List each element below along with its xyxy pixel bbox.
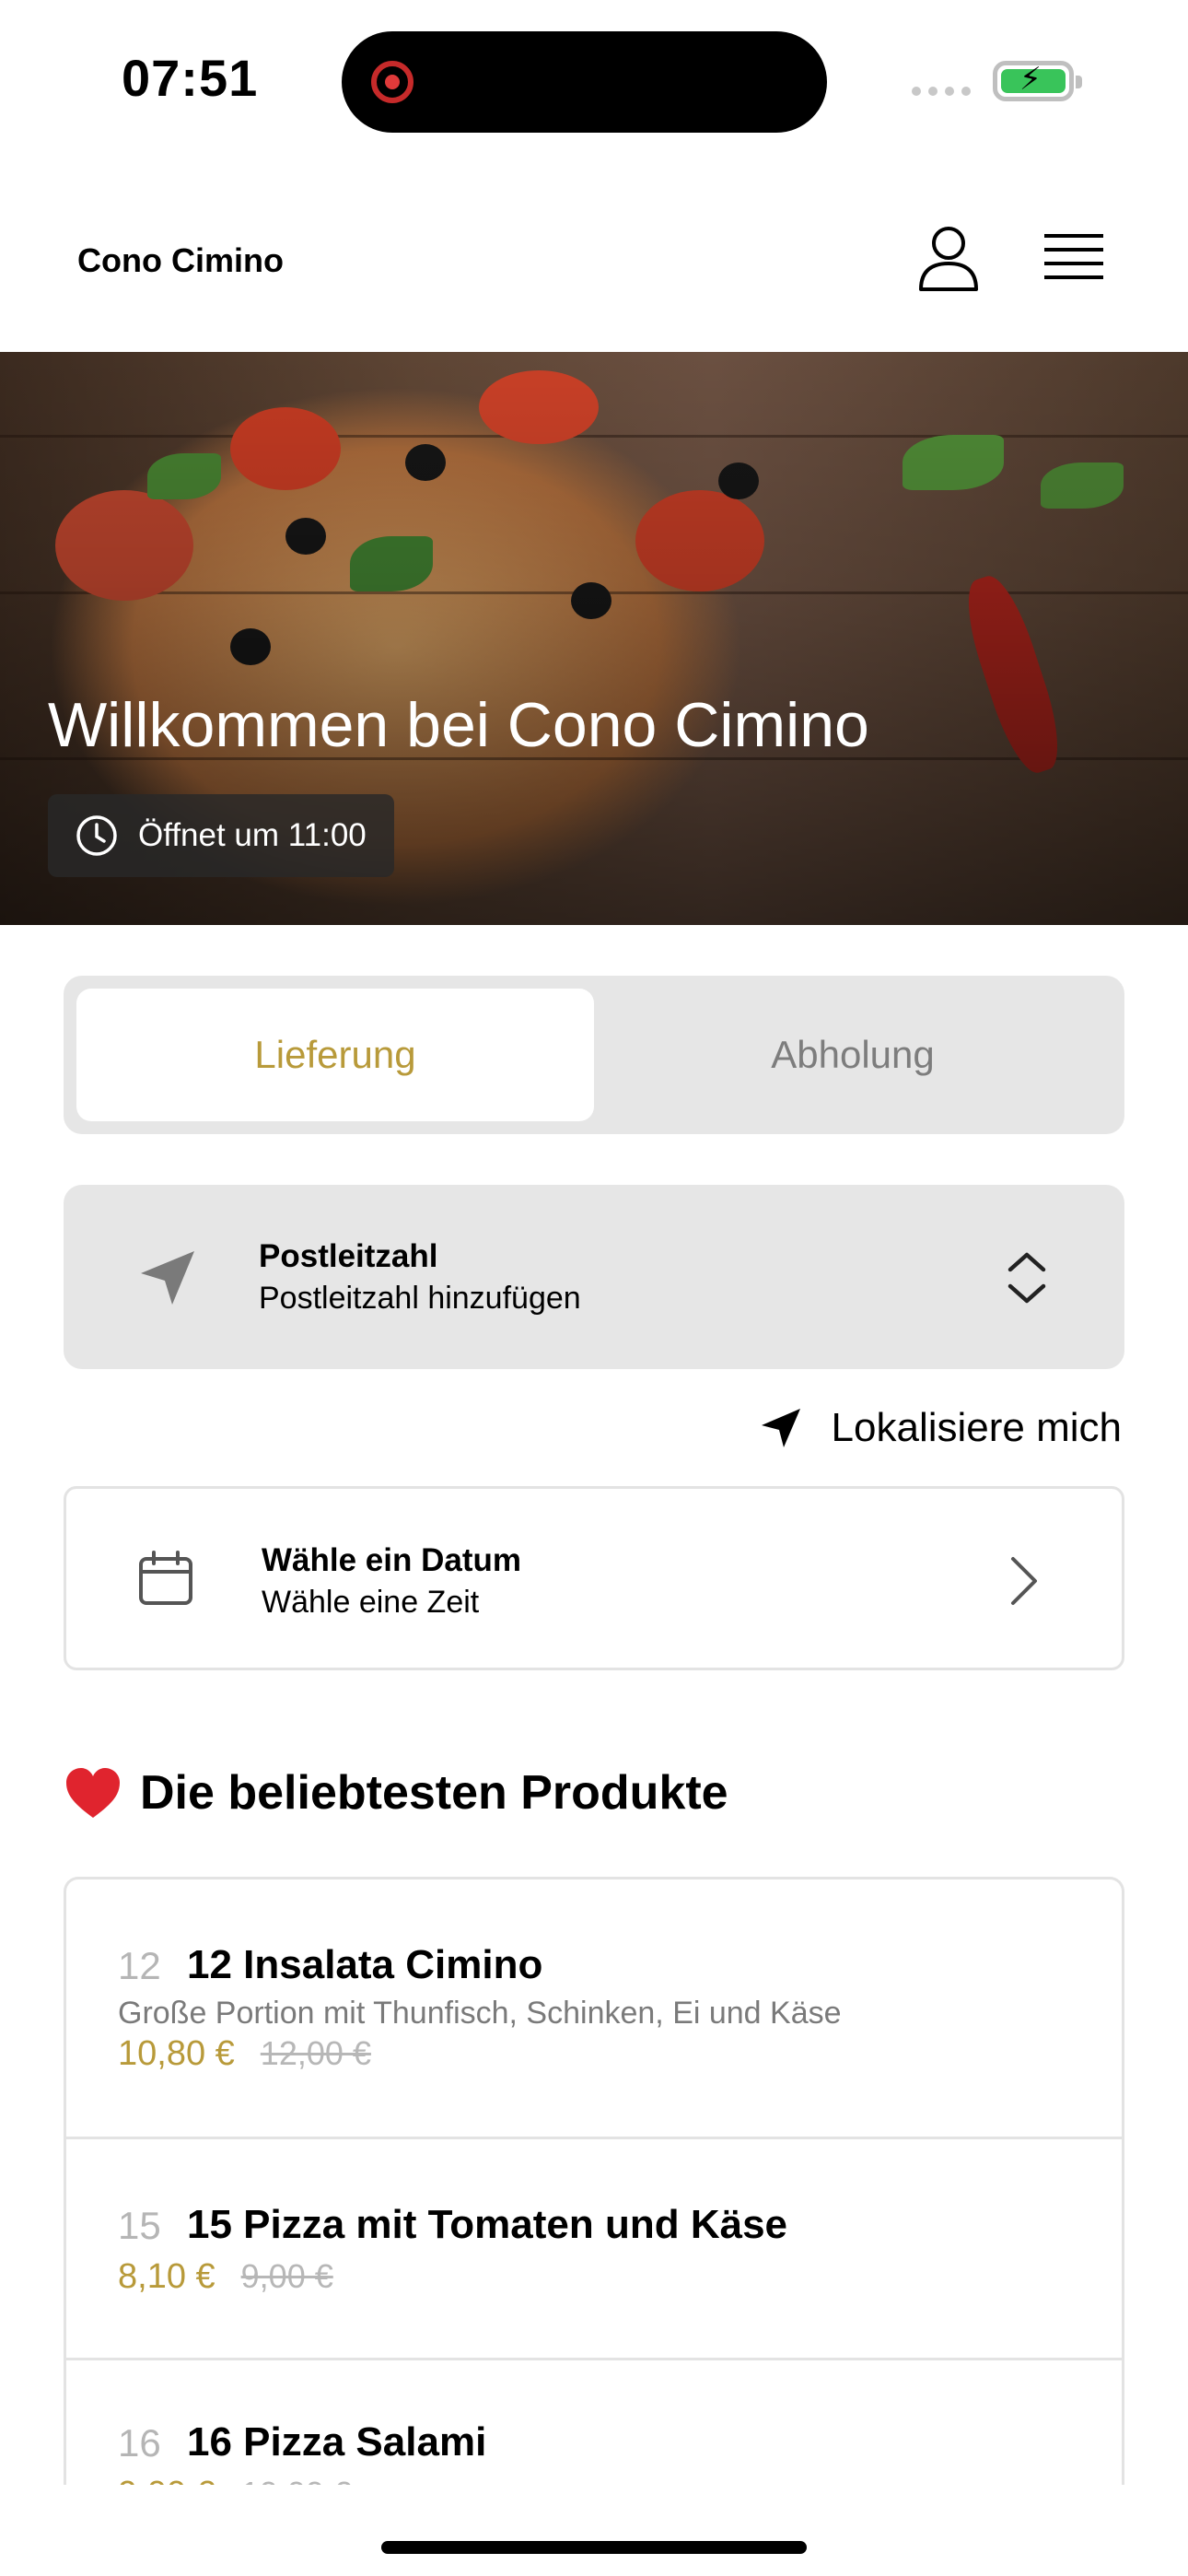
app-header: Cono Cimino (0, 157, 1188, 352)
product-item[interactable]: 16 16 Pizza Salami 9,00 €10,00 € (66, 2360, 1122, 2485)
heart-icon (66, 1768, 120, 1818)
product-name: 16 Pizza Salami (187, 2419, 487, 2465)
product-price: 10,80 €12,00 € (118, 2034, 371, 2073)
menu-icon[interactable] (1044, 232, 1103, 284)
product-old-price: 9,00 € (240, 2257, 333, 2295)
locate-me-button[interactable]: Lokalisiere mich (758, 1400, 1122, 1456)
recording-indicator-icon (371, 61, 413, 103)
date-picker-subtitle: Wähle eine Zeit (262, 1585, 480, 1620)
opening-hours-text: Öffnet um 11:00 (138, 817, 367, 853)
postal-code-selector[interactable]: Postleitzahl Postleitzahl hinzufügen (64, 1185, 1124, 1369)
postal-code-label: Postleitzahl (259, 1238, 438, 1274)
location-arrow-icon (761, 1409, 800, 1447)
date-picker-title: Wähle ein Datum (262, 1542, 521, 1578)
hero-banner: Willkommen bei Cono Cimino Öffnet um 11:… (0, 352, 1188, 925)
product-price: 9,00 €10,00 € (118, 2475, 352, 2485)
brand-name[interactable]: Cono Cimino (77, 241, 284, 280)
popular-products-title: Die beliebtesten Produkte (140, 1766, 728, 1820)
status-bar: 07:51 ⚡ (0, 0, 1188, 157)
product-price: 8,10 €9,00 € (118, 2257, 333, 2296)
home-indicator[interactable] (381, 2541, 807, 2554)
postal-code-placeholder: Postleitzahl hinzufügen (259, 1281, 581, 1316)
dynamic-island (342, 31, 827, 133)
product-item[interactable]: 15 15 Pizza mit Tomaten und Käse 8,10 €9… (66, 2139, 1122, 2360)
product-old-price: 12,00 € (260, 2034, 371, 2072)
clock-icon (76, 815, 117, 856)
battery-icon: ⚡ (993, 61, 1082, 101)
product-number: 15 (118, 2204, 161, 2247)
tab-abholung[interactable]: Abholung (594, 989, 1112, 1121)
product-name: 15 Pizza mit Tomaten und Käse (187, 2202, 788, 2247)
product-number: 16 (118, 2421, 161, 2465)
status-time: 07:51 (122, 49, 259, 107)
date-time-picker[interactable]: Wähle ein Datum Wähle eine Zeit (64, 1486, 1124, 1670)
charging-bolt-icon: ⚡ (1019, 62, 1042, 97)
hero-title: Willkommen bei Cono Cimino (48, 690, 869, 760)
signal-icon (912, 87, 971, 96)
chevron-up-down-icon (1007, 1252, 1046, 1304)
product-number: 12 (118, 1944, 161, 1987)
user-icon[interactable] (917, 225, 980, 291)
tab-lieferung[interactable]: Lieferung (76, 989, 594, 1121)
product-item[interactable]: 12 12 Insalata Cimino Große Portion mit … (66, 1879, 1122, 2139)
opening-hours-badge: Öffnet um 11:00 (48, 794, 394, 877)
calendar-icon (139, 1551, 192, 1605)
delivery-mode-toggle: Lieferung Abholung (64, 976, 1124, 1134)
product-old-price: 10,00 € (241, 2475, 352, 2485)
product-description: Große Portion mit Thunfisch, Schinken, E… (118, 1996, 842, 2031)
locate-me-label: Lokalisiere mich (831, 1405, 1122, 1450)
navigation-arrow-icon (141, 1251, 194, 1305)
product-list: 12 12 Insalata Cimino Große Portion mit … (64, 1877, 1124, 2485)
popular-products-heading: Die beliebtesten Produkte (64, 1765, 728, 1821)
product-name: 12 Insalata Cimino (187, 1942, 543, 1987)
chevron-right-icon (1011, 1557, 1037, 1605)
